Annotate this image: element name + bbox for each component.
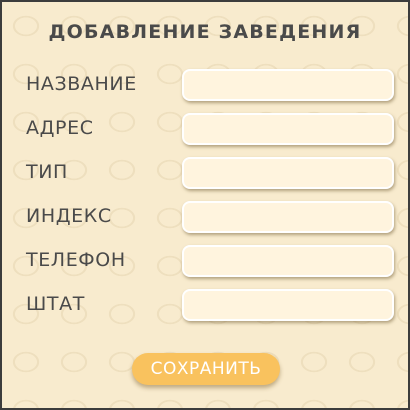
save-button[interactable]: СОХРАНИТЬ <box>132 353 280 385</box>
field-row-name: НАЗВАНИЕ <box>2 69 408 101</box>
state-label: ШТАТ <box>26 293 85 315</box>
index-label: ИНДЕКС <box>26 205 112 227</box>
form-title: ДОБАВЛЕНИЕ ЗАВЕДЕНИЯ <box>48 21 362 43</box>
phone-label: ТЕЛЕФОН <box>26 249 126 271</box>
field-row-state: ШТАТ <box>2 289 408 321</box>
address-input[interactable] <box>182 113 394 145</box>
type-label: ТИП <box>26 161 68 183</box>
add-venue-panel: ДОБАВЛЕНИЕ ЗАВЕДЕНИЯ НАЗВАНИЕ АДРЕС ТИП … <box>0 0 410 410</box>
index-input[interactable] <box>182 201 394 233</box>
field-row-phone: ТЕЛЕФОН <box>2 245 408 277</box>
name-input[interactable] <box>182 69 394 101</box>
state-input[interactable] <box>182 289 394 321</box>
field-row-index: ИНДЕКС <box>2 201 408 233</box>
name-label: НАЗВАНИЕ <box>26 73 137 95</box>
phone-input[interactable] <box>182 245 394 277</box>
address-label: АДРЕС <box>26 117 94 139</box>
field-row-type: ТИП <box>2 157 408 189</box>
type-input[interactable] <box>182 157 394 189</box>
field-row-address: АДРЕС <box>2 113 408 145</box>
